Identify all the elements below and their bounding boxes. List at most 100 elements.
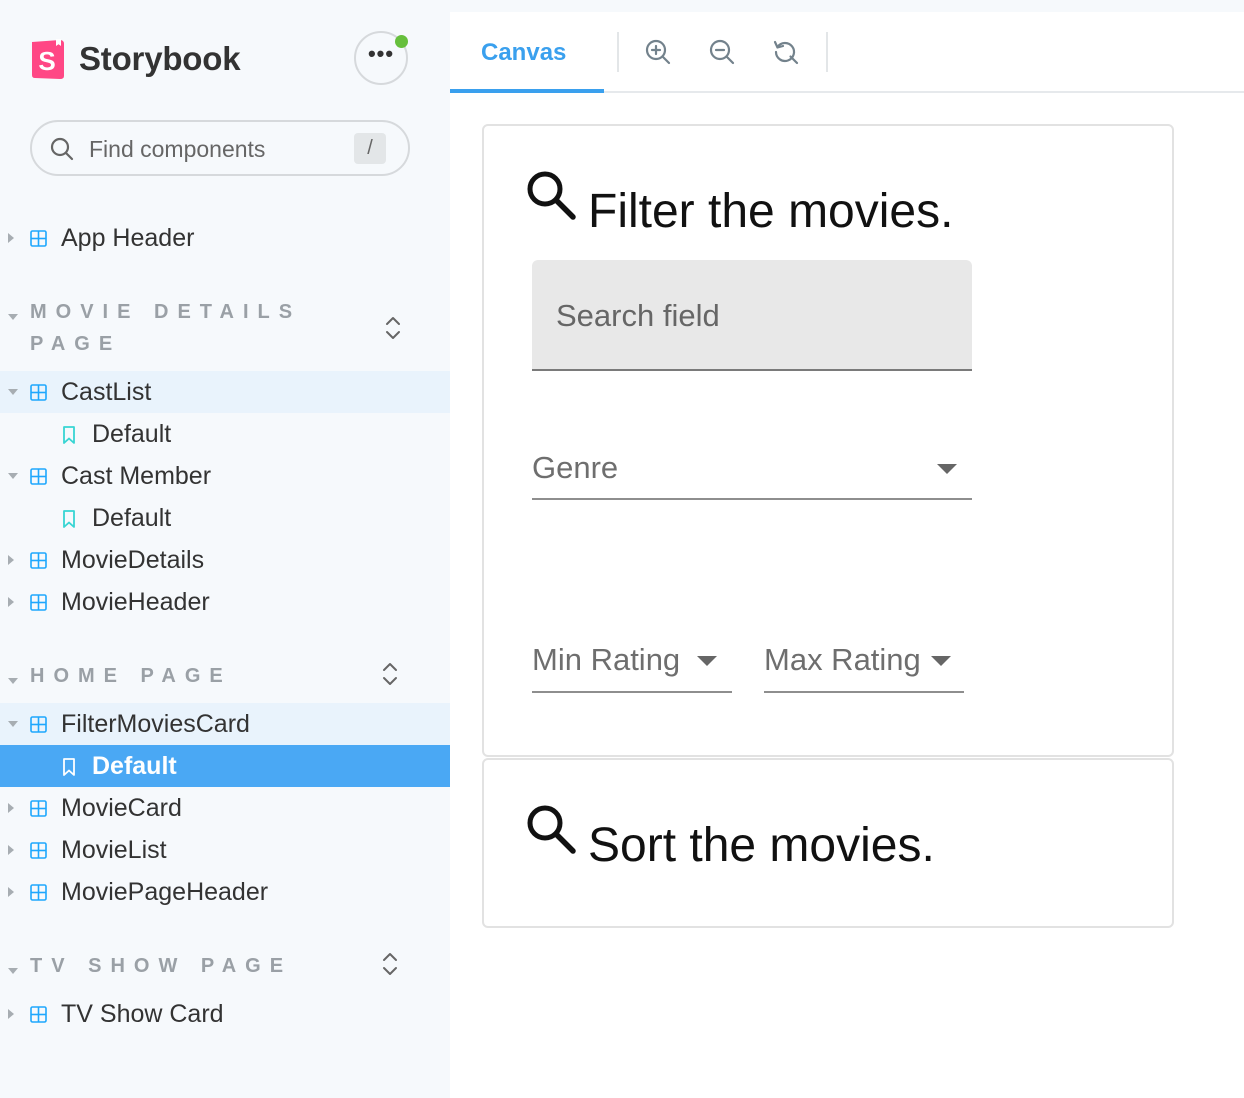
max-rating-select[interactable]: Max Rating bbox=[764, 640, 964, 693]
sidebar-item-label: CastList bbox=[61, 378, 152, 406]
sidebar: S Storybook ••• Find components / App He… bbox=[0, 0, 450, 1098]
storybook-logo: S bbox=[32, 39, 64, 79]
canvas-panel: Canvas Filter the movies. Search field G… bbox=[450, 12, 1244, 1098]
card-title: Sort the movies. bbox=[588, 819, 935, 872]
section-title: HOME PAGE bbox=[30, 665, 232, 687]
component-icon bbox=[30, 468, 47, 485]
expand-collapse-icon[interactable] bbox=[383, 315, 403, 341]
sidebar-item-castlist[interactable]: CastList bbox=[0, 371, 450, 413]
sidebar-item-label: MovieDetails bbox=[61, 546, 205, 574]
expand-caret-icon[interactable] bbox=[8, 845, 14, 855]
tab-canvas[interactable]: Canvas bbox=[450, 12, 604, 93]
zoom-in-icon[interactable] bbox=[644, 38, 672, 66]
reset-zoom-icon[interactable] bbox=[772, 38, 800, 66]
component-icon bbox=[30, 594, 47, 611]
sidebar-item-filtermoviescard[interactable]: FilterMoviesCard bbox=[0, 703, 450, 745]
section-home-page[interactable]: HOME PAGE bbox=[0, 660, 450, 692]
toolbar: Canvas bbox=[450, 12, 1244, 93]
component-icon bbox=[30, 384, 47, 401]
collapse-caret-icon[interactable] bbox=[8, 968, 18, 974]
min-rating-label: Min Rating bbox=[532, 642, 681, 677]
max-rating-label: Max Rating bbox=[764, 642, 921, 677]
sidebar-item-label: MovieCard bbox=[61, 794, 182, 822]
svg-text:S: S bbox=[38, 46, 55, 76]
min-rating-select[interactable]: Min Rating bbox=[532, 640, 732, 693]
component-icon bbox=[30, 884, 47, 901]
genre-select[interactable]: Genre bbox=[532, 448, 972, 500]
component-icon bbox=[30, 800, 47, 817]
expand-collapse-icon[interactable] bbox=[380, 951, 400, 977]
expand-caret-icon[interactable] bbox=[8, 555, 14, 565]
story-label: Default bbox=[92, 504, 172, 532]
expand-caret-icon[interactable] bbox=[8, 1009, 14, 1019]
search-icon bbox=[50, 137, 74, 161]
bookmark-icon bbox=[63, 758, 75, 776]
sidebar-item-cast-member[interactable]: Cast Member bbox=[0, 455, 450, 497]
sidebar-item-label: App Header bbox=[61, 224, 195, 252]
more-dots-icon: ••• bbox=[367, 41, 395, 66]
search-field[interactable]: Search field bbox=[532, 260, 972, 371]
sidebar-item-label: FilterMoviesCard bbox=[61, 710, 250, 738]
sidebar-item-moviedetails[interactable]: MovieDetails bbox=[0, 539, 450, 581]
sidebar-item-label: MoviePageHeader bbox=[61, 878, 269, 906]
story-filtermoviescard-default[interactable]: Default bbox=[0, 745, 450, 787]
collapse-caret-icon[interactable] bbox=[8, 314, 18, 320]
collapse-caret-icon[interactable] bbox=[8, 678, 18, 684]
sidebar-item-label: TV Show Card bbox=[61, 1000, 224, 1028]
bookmark-icon bbox=[63, 510, 75, 528]
collapse-caret-icon[interactable] bbox=[8, 389, 18, 395]
component-icon bbox=[30, 716, 47, 733]
active-tab-indicator bbox=[450, 89, 604, 93]
sidebar-item-moviecard[interactable]: MovieCard bbox=[0, 787, 450, 829]
expand-caret-icon[interactable] bbox=[8, 597, 14, 607]
expand-caret-icon[interactable] bbox=[8, 803, 14, 813]
sidebar-item-app-header[interactable]: App Header bbox=[0, 217, 450, 259]
section-title: TV SHOW PAGE bbox=[30, 955, 293, 977]
bookmark-icon bbox=[63, 426, 75, 444]
story-castlist-default[interactable]: Default bbox=[0, 413, 450, 455]
expand-caret-icon[interactable] bbox=[8, 233, 14, 243]
sort-movies-card: Sort the movies. bbox=[482, 758, 1174, 928]
toolbar-divider bbox=[617, 32, 619, 72]
sidebar-item-movieheader[interactable]: MovieHeader bbox=[0, 581, 450, 623]
brand[interactable]: S Storybook bbox=[30, 38, 241, 80]
search-components[interactable]: Find components / bbox=[30, 120, 410, 176]
dropdown-arrow-icon bbox=[937, 464, 957, 474]
notification-dot bbox=[395, 35, 408, 48]
search-shortcut-key: / bbox=[354, 133, 386, 164]
card-title: Filter the movies. bbox=[588, 185, 954, 238]
component-icon bbox=[30, 552, 47, 569]
expand-caret-icon[interactable] bbox=[8, 887, 14, 897]
tab-label: Canvas bbox=[481, 39, 567, 66]
search-icon bbox=[527, 805, 576, 854]
section-tv-show-page[interactable]: TV SHOW PAGE bbox=[0, 950, 450, 982]
more-options-button[interactable]: ••• bbox=[354, 31, 408, 85]
filter-movies-card: Filter the movies. Search field Genre Mi… bbox=[482, 124, 1174, 757]
sidebar-item-label: Cast Member bbox=[61, 462, 212, 490]
component-icon bbox=[30, 842, 47, 859]
sidebar-item-moviepageheader[interactable]: MoviePageHeader bbox=[0, 871, 450, 913]
toolbar-divider bbox=[826, 32, 828, 72]
component-icon bbox=[30, 230, 47, 247]
section-title: MOVIE DETAILS PAGE bbox=[30, 301, 302, 355]
component-icon bbox=[30, 1006, 47, 1023]
story-label: Default bbox=[92, 752, 177, 780]
story-cast-member-default[interactable]: Default bbox=[0, 497, 450, 539]
sidebar-item-tv-show-card[interactable]: TV Show Card bbox=[0, 993, 450, 1035]
search-field-label: Search field bbox=[556, 298, 720, 333]
expand-collapse-icon[interactable] bbox=[380, 661, 400, 687]
sidebar-item-label: MovieHeader bbox=[61, 588, 210, 616]
sidebar-item-movielist[interactable]: MovieList bbox=[0, 829, 450, 871]
genre-select-label: Genre bbox=[532, 450, 619, 485]
collapse-caret-icon[interactable] bbox=[8, 721, 18, 727]
search-input[interactable]: Find components bbox=[89, 136, 265, 163]
story-label: Default bbox=[92, 420, 172, 448]
zoom-out-icon[interactable] bbox=[708, 38, 736, 66]
section-movie-details-page[interactable]: MOVIE DETAILS PAGE bbox=[0, 296, 450, 360]
collapse-caret-icon[interactable] bbox=[8, 473, 18, 479]
dropdown-arrow-icon bbox=[931, 656, 951, 666]
sidebar-item-label: MovieList bbox=[61, 836, 167, 864]
brand-name: Storybook bbox=[79, 40, 241, 77]
dropdown-arrow-icon bbox=[697, 656, 717, 666]
search-icon bbox=[527, 171, 576, 220]
